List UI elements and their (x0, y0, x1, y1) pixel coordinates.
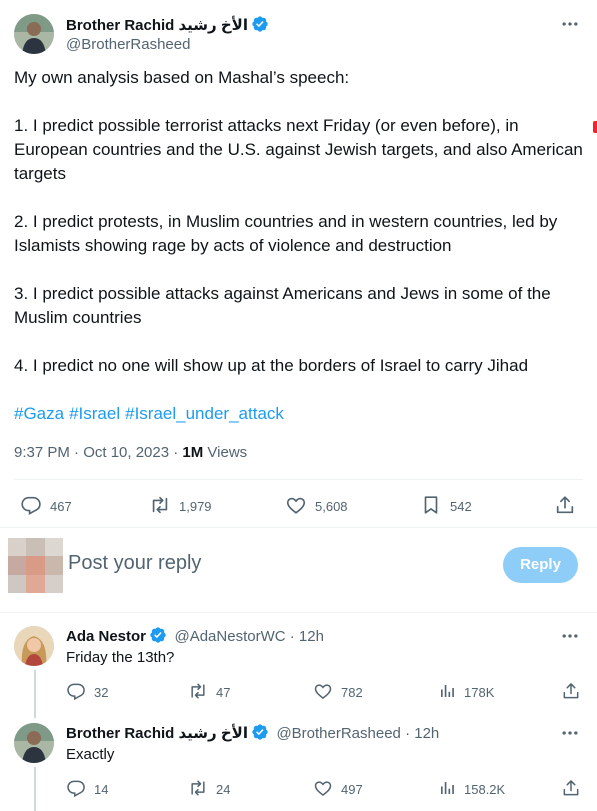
hashtag-link[interactable]: #Gaza (14, 404, 64, 423)
more-options-icon[interactable] (560, 626, 580, 646)
share-button[interactable] (561, 681, 581, 704)
hashtag-list: #Gaza #Israel #Israel_under_attack (14, 402, 586, 426)
repost-button[interactable]: 24 (188, 778, 230, 801)
bookmark-button[interactable]: 542 (420, 494, 472, 519)
reply-actions: 32 47 782 178K (0, 679, 597, 709)
like-count: 497 (341, 782, 363, 797)
divider (0, 612, 597, 613)
like-icon (285, 494, 307, 519)
repost-button[interactable]: 1,979 (149, 494, 212, 519)
verified-badge-icon (149, 626, 167, 649)
divider (14, 479, 583, 480)
share-icon (554, 494, 576, 519)
tweet-paragraph: 2. I predict protests, in Muslim countri… (14, 212, 558, 255)
reply-button[interactable]: 14 (66, 778, 108, 801)
reply-text: Friday the 13th? (66, 649, 175, 666)
views-count: 178K (464, 685, 495, 700)
tweet-paragraph: 4. I predict no one will show up at the … (14, 356, 529, 375)
reply-count: 467 (50, 499, 72, 514)
like-icon (313, 778, 333, 801)
repost-count: 24 (216, 782, 231, 797)
tweet-timestamp[interactable]: 9:37 PM · Oct 10, 2023 · (14, 444, 182, 461)
repost-button[interactable]: 47 (188, 681, 230, 704)
reply-author-handle[interactable]: @AdaNestorWC (174, 628, 285, 645)
reply-composer: Post your reply Reply (0, 528, 597, 606)
reply-timestamp[interactable]: · 12h (401, 725, 439, 742)
hashtag-link[interactable]: #Israel (69, 404, 120, 423)
like-count: 782 (341, 685, 363, 700)
views-icon (438, 778, 456, 801)
reply-avatar[interactable] (14, 723, 54, 763)
like-icon (313, 681, 333, 704)
share-icon (561, 778, 581, 801)
reply-header: Brother Rachid الأخ رشيد @BrotherRasheed… (66, 723, 439, 746)
hashtag-link[interactable]: #Israel_under_attack (125, 404, 284, 423)
share-button[interactable] (561, 778, 581, 801)
author-name[interactable]: Brother Rachid الأخ رشيد (66, 17, 248, 34)
views-label: Views (203, 444, 248, 461)
tweet-actions: 467 1,979 5,608 542 (0, 492, 597, 522)
repost-icon (188, 778, 208, 801)
like-button[interactable]: 497 (313, 778, 363, 801)
more-options-icon[interactable] (560, 14, 580, 34)
share-icon (561, 681, 581, 704)
reply-text: Exactly (66, 746, 115, 763)
reply-icon (20, 494, 42, 519)
more-options-icon[interactable] (560, 723, 580, 743)
reply-author-name[interactable]: Ada Nestor (66, 628, 146, 645)
tweet-paragraph: My own analysis based on Mashal’s speech… (14, 68, 350, 87)
reply-count: 14 (94, 782, 109, 797)
tweet-paragraph: 3. I predict possible attacks against Am… (14, 284, 551, 327)
author-handle[interactable]: @BrotherRasheed (66, 36, 190, 53)
like-button[interactable]: 5,608 (285, 494, 348, 519)
reply-header: Ada Nestor @AdaNestorWC · 12h (66, 626, 324, 649)
reply-author-handle[interactable]: @BrotherRasheed (276, 725, 400, 742)
reply-count: 32 (94, 685, 109, 700)
reply-actions: 14 24 497 158.2K (0, 776, 597, 806)
author-header: Brother Rachid الأخ رشيد (66, 15, 269, 38)
repost-icon (149, 494, 171, 519)
reply-button[interactable]: 32 (66, 681, 108, 704)
bookmark-icon (420, 494, 442, 519)
verified-badge-icon (251, 723, 269, 746)
reply-button[interactable]: 467 (20, 494, 72, 519)
reply-icon (66, 681, 86, 704)
repost-count: 1,979 (179, 499, 212, 514)
bookmark-count: 542 (450, 499, 472, 514)
repost-count: 47 (216, 685, 231, 700)
edge-marker (593, 121, 597, 133)
like-count: 5,608 (315, 499, 348, 514)
repost-icon (188, 681, 208, 704)
reply-avatar[interactable] (14, 626, 54, 666)
like-button[interactable]: 782 (313, 681, 363, 704)
reply-author-name[interactable]: Brother Rachid الأخ رشيد (66, 725, 248, 742)
views-count: 158.2K (464, 782, 506, 797)
views-button[interactable]: 178K (438, 681, 494, 704)
tweet-paragraph: 1. I predict possible terrorist attacks … (14, 116, 583, 183)
views-count: 1M (182, 444, 204, 461)
reply-input[interactable]: Post your reply (68, 552, 201, 575)
verified-badge-icon (251, 15, 269, 38)
views-icon (438, 681, 456, 704)
author-avatar[interactable] (14, 14, 54, 54)
tweet-text: My own analysis based on Mashal’s speech… (14, 66, 586, 426)
reply-icon (66, 778, 86, 801)
views-button[interactable]: 158.2K (438, 778, 505, 801)
reply-timestamp[interactable]: · 12h (286, 628, 324, 645)
current-user-avatar (8, 538, 63, 593)
reply-submit-button[interactable]: Reply (503, 547, 578, 583)
share-button[interactable] (554, 494, 576, 519)
tweet-meta: 9:37 PM · Oct 10, 2023 · 1M Views (14, 444, 247, 461)
